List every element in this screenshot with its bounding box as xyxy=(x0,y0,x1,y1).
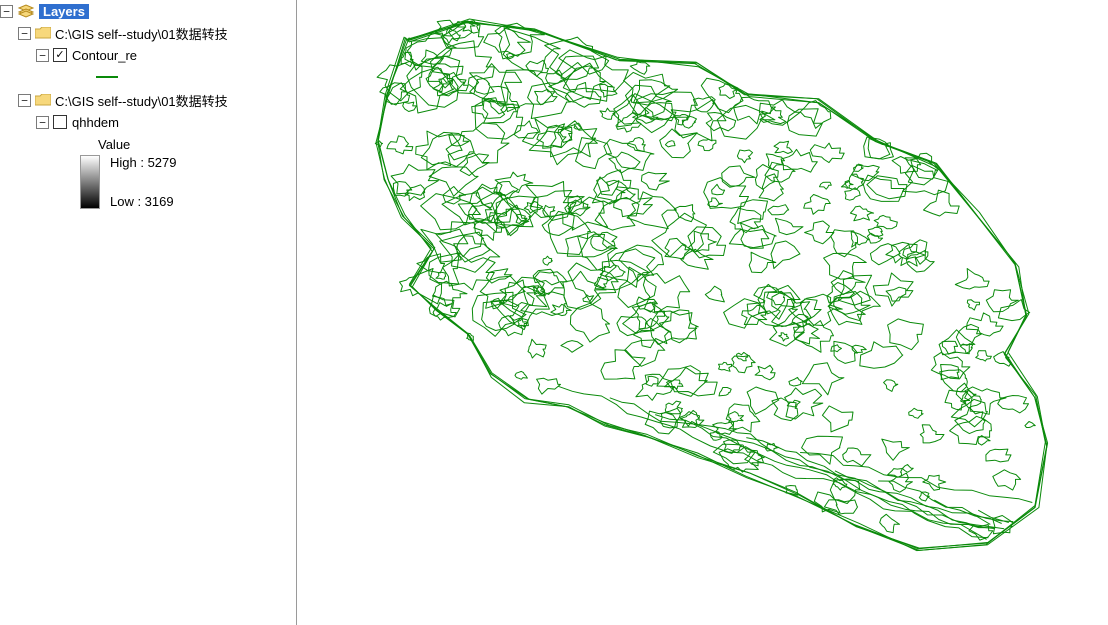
high-value-label: High : 5279 xyxy=(110,155,177,170)
color-ramp xyxy=(80,155,100,209)
layers-panel: Layers C:\GIS self--study\01数据转技 Contour… xyxy=(0,0,297,625)
line-swatch xyxy=(96,76,118,78)
folder-icon xyxy=(35,94,51,107)
folder-icon xyxy=(35,27,51,40)
raster-ramp: High : 5279 Low : 3169 xyxy=(80,155,296,209)
layer-visibility-checkbox[interactable] xyxy=(53,48,67,62)
expand-toggle[interactable] xyxy=(36,116,49,129)
value-heading-row: Value xyxy=(98,133,296,155)
group2-row[interactable]: C:\GIS self--study\01数据转技 xyxy=(0,89,296,111)
layers-icon xyxy=(17,4,35,18)
layer-qhhdem-label: qhhdem xyxy=(72,115,119,130)
layer-contour-swatch-row xyxy=(0,66,296,81)
low-value-label: Low : 3169 xyxy=(110,194,177,209)
group2-path: C:\GIS self--study\01数据转技 xyxy=(55,91,228,110)
value-heading: Value xyxy=(98,137,130,152)
layers-root-label[interactable]: Layers xyxy=(39,4,89,19)
layers-root-row[interactable]: Layers xyxy=(0,0,296,22)
expand-toggle[interactable] xyxy=(0,5,13,18)
layer-qhhdem-row[interactable]: qhhdem xyxy=(0,111,296,133)
layer-contour-row[interactable]: Contour_re xyxy=(0,44,296,66)
contour-layer xyxy=(317,5,1077,585)
expand-toggle[interactable] xyxy=(36,49,49,62)
layer-contour-label: Contour_re xyxy=(72,48,137,63)
group1-path: C:\GIS self--study\01数据转技 xyxy=(55,24,228,43)
layer-visibility-checkbox[interactable] xyxy=(53,115,67,129)
expand-toggle[interactable] xyxy=(18,27,31,40)
group1-row[interactable]: C:\GIS self--study\01数据转技 xyxy=(0,22,296,44)
map-view[interactable] xyxy=(297,0,1108,625)
app-root: Layers C:\GIS self--study\01数据转技 Contour… xyxy=(0,0,1108,625)
expand-toggle[interactable] xyxy=(18,94,31,107)
